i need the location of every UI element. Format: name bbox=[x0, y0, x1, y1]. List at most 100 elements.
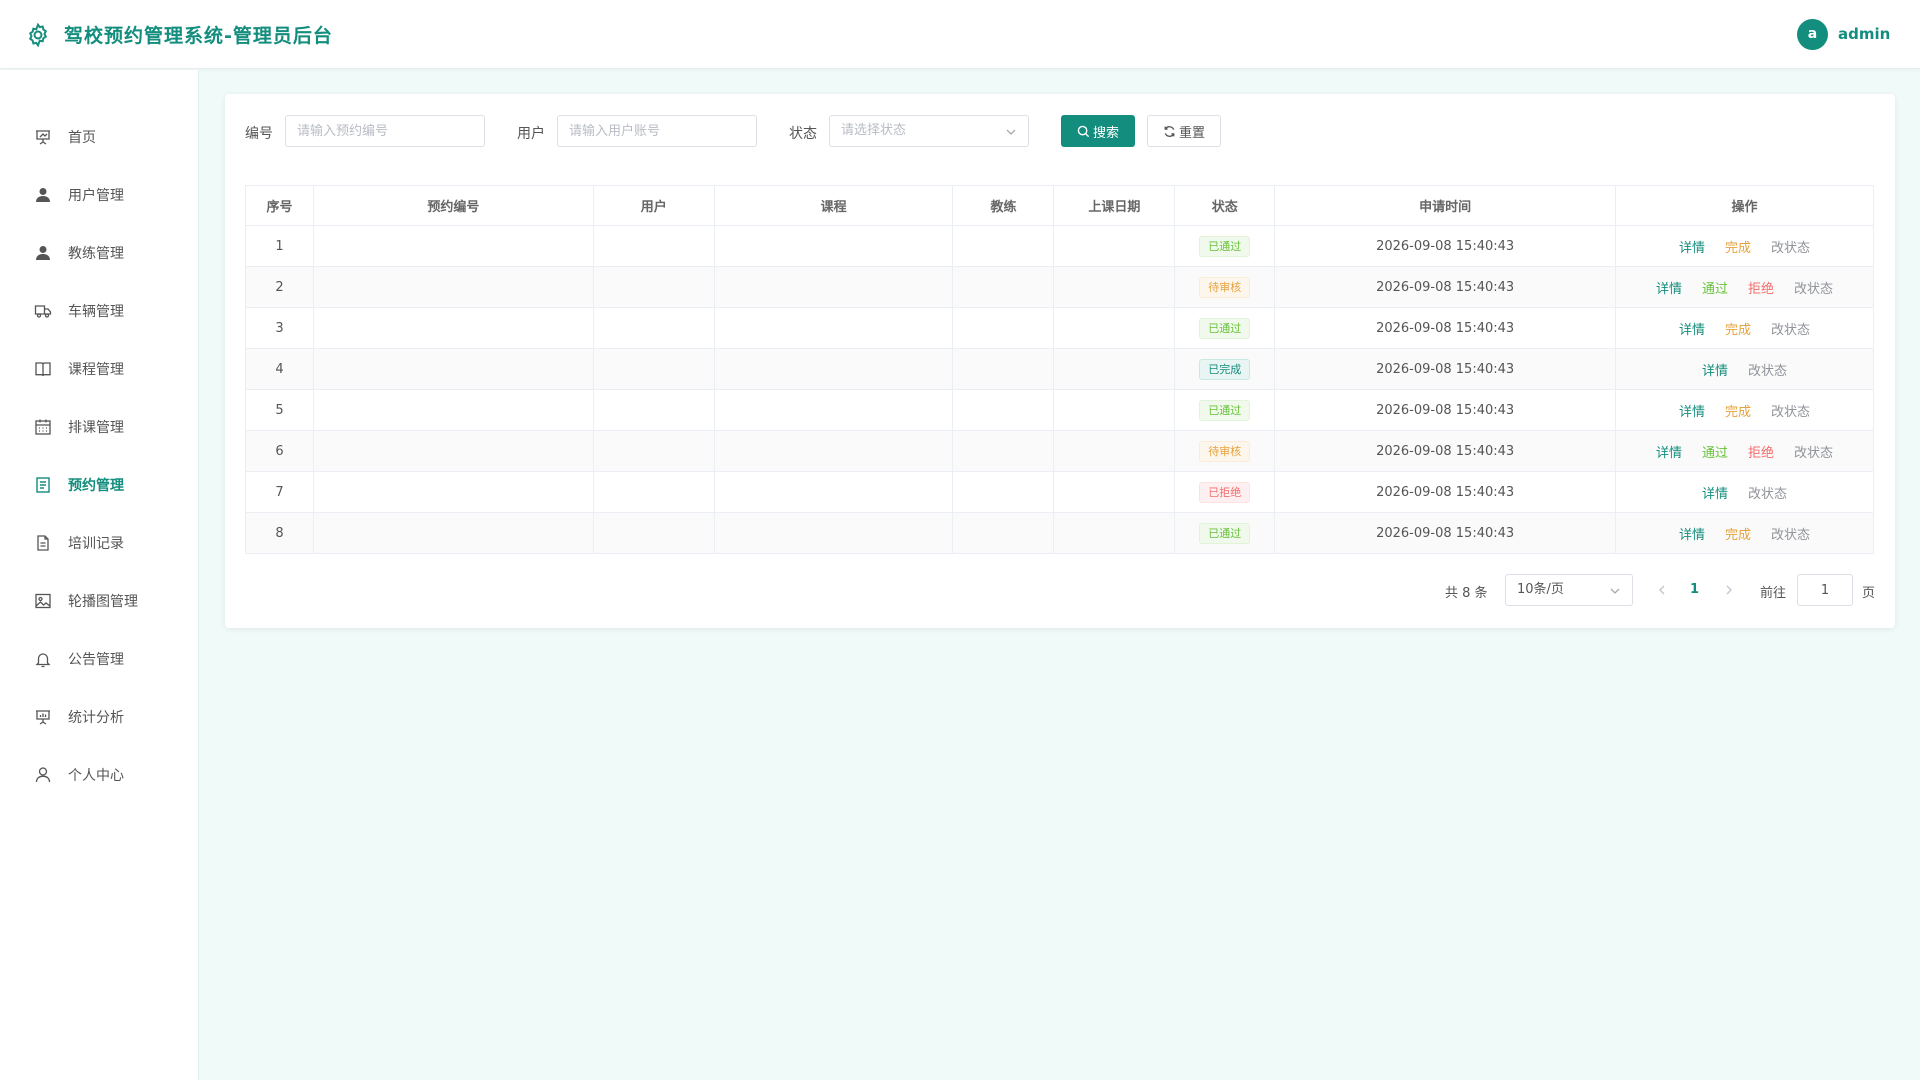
search-button[interactable]: 搜索 bbox=[1061, 115, 1135, 147]
cell-index: 6 bbox=[245, 430, 314, 472]
current-page[interactable]: 1 bbox=[1690, 582, 1699, 597]
bell-icon bbox=[35, 653, 51, 668]
username[interactable]: admin bbox=[1838, 25, 1890, 43]
page-size-select[interactable]: 10条/页 bbox=[1505, 574, 1633, 606]
change-status-link[interactable]: 改状态 bbox=[1771, 237, 1810, 256]
page-jump-input[interactable] bbox=[1797, 574, 1853, 606]
detail-link[interactable]: 详情 bbox=[1679, 401, 1705, 420]
cell-time: 2026-09-08 15:40:43 bbox=[1274, 307, 1617, 349]
avatar[interactable]: a bbox=[1797, 19, 1828, 50]
user-icon bbox=[36, 246, 50, 260]
reject-link[interactable]: 拒绝 bbox=[1748, 442, 1774, 461]
cell-index: 3 bbox=[245, 307, 314, 349]
bookings-table: 序号 预约编号 用户 课程 教练 上课日期 状态 申请时间 操作 1 已通过 202… bbox=[245, 185, 1874, 554]
column-header[interactable]: 状态 bbox=[1174, 185, 1276, 226]
change-status-link[interactable]: 改状态 bbox=[1748, 483, 1787, 502]
bookings-card: 编号 用户 状态 请选择状态 搜索 重置 序号 预约编号 用户 课程 教练 上课… bbox=[225, 94, 1895, 628]
change-status-link[interactable]: 改状态 bbox=[1794, 442, 1833, 461]
sidebar-item-schedule[interactable]: 排课管理 bbox=[0, 406, 199, 446]
cell-course bbox=[713, 348, 954, 390]
change-status-link[interactable]: 改状态 bbox=[1771, 524, 1810, 543]
status-label: 状态 bbox=[789, 126, 817, 142]
table-row[interactable]: 7 已拒绝 2026-09-08 15:40:43 详情 改状态 bbox=[245, 471, 1874, 513]
detail-link[interactable]: 详情 bbox=[1679, 319, 1705, 338]
cell-course bbox=[713, 307, 954, 349]
table-row[interactable]: 8 已通过 2026-09-08 15:40:43 详情 完成 改状态 bbox=[245, 512, 1874, 554]
sidebar-item-label: 课程管理 bbox=[68, 362, 124, 378]
status-badge: 已拒绝 bbox=[1199, 481, 1251, 503]
cell-status: 已拒绝 bbox=[1174, 471, 1276, 513]
cell-index: 2 bbox=[245, 266, 314, 308]
approve-link[interactable]: 通过 bbox=[1702, 442, 1728, 461]
table-row[interactable]: 3 已通过 2026-09-08 15:40:43 详情 完成 改状态 bbox=[245, 307, 1874, 349]
cell-code bbox=[312, 512, 594, 554]
sidebar-item-courses[interactable]: 课程管理 bbox=[0, 348, 199, 388]
detail-link[interactable]: 详情 bbox=[1679, 524, 1705, 543]
table-body: 1 已通过 2026-09-08 15:40:43 详情 完成 改状态 2 待审核 2026-0… bbox=[245, 225, 1874, 554]
sidebar-item-profile[interactable]: 个人中心 bbox=[0, 754, 199, 794]
sidebar-item-statistics[interactable]: 统计分析 bbox=[0, 696, 199, 736]
cell-coach bbox=[952, 430, 1055, 472]
cell-coach bbox=[952, 512, 1055, 554]
reset-button[interactable]: 重置 bbox=[1147, 115, 1221, 147]
table-row[interactable]: 6 待审核 2026-09-08 15:40:43 详情 通过 拒绝 改状态 bbox=[245, 430, 1874, 472]
complete-link[interactable]: 完成 bbox=[1725, 319, 1751, 338]
sidebar-item-training[interactable]: 培训记录 bbox=[0, 522, 199, 562]
cell-course bbox=[713, 225, 954, 267]
change-status-link[interactable]: 改状态 bbox=[1748, 360, 1787, 379]
change-status-link[interactable]: 改状态 bbox=[1771, 319, 1810, 338]
column-header[interactable]: 上课日期 bbox=[1053, 185, 1176, 226]
change-status-link[interactable]: 改状态 bbox=[1771, 401, 1810, 420]
user-icon bbox=[36, 188, 50, 202]
next-page-icon[interactable] bbox=[1723, 584, 1735, 596]
table-row[interactable]: 4 已完成 2026-09-08 15:40:43 详情 改状态 bbox=[245, 348, 1874, 390]
detail-link[interactable]: 详情 bbox=[1656, 442, 1682, 461]
cell-user bbox=[592, 307, 715, 349]
detail-link[interactable]: 详情 bbox=[1679, 237, 1705, 256]
detail-link[interactable]: 详情 bbox=[1656, 278, 1682, 297]
complete-link[interactable]: 完成 bbox=[1725, 524, 1751, 543]
cell-actions: 详情 改状态 bbox=[1615, 348, 1874, 390]
cell-index: 4 bbox=[245, 348, 314, 390]
complete-link[interactable]: 完成 bbox=[1725, 401, 1751, 420]
user-input[interactable] bbox=[557, 115, 757, 147]
table-row[interactable]: 2 待审核 2026-09-08 15:40:43 详情 通过 拒绝 改状态 bbox=[245, 266, 1874, 308]
complete-link[interactable]: 完成 bbox=[1725, 237, 1751, 256]
prev-page-icon[interactable] bbox=[1656, 584, 1668, 596]
column-header[interactable]: 操作 bbox=[1615, 185, 1874, 226]
code-input[interactable] bbox=[285, 115, 485, 147]
cell-index: 5 bbox=[245, 389, 314, 431]
cell-course bbox=[713, 471, 954, 513]
column-header[interactable]: 课程 bbox=[713, 185, 954, 226]
table-row[interactable]: 5 已通过 2026-09-08 15:40:43 详情 完成 改状态 bbox=[245, 389, 1874, 431]
reject-link[interactable]: 拒绝 bbox=[1748, 278, 1774, 297]
chevron-down-icon bbox=[1610, 588, 1620, 594]
detail-link[interactable]: 详情 bbox=[1702, 360, 1728, 379]
cell-index: 1 bbox=[245, 225, 314, 267]
status-select[interactable]: 请选择状态 bbox=[829, 115, 1029, 147]
sidebar-item-users[interactable]: 用户管理 bbox=[0, 174, 199, 214]
gear-icon bbox=[28, 22, 48, 48]
sidebar-item-notices[interactable]: 公告管理 bbox=[0, 638, 199, 678]
cell-status: 待审核 bbox=[1174, 266, 1276, 308]
column-header[interactable]: 教练 bbox=[952, 185, 1055, 226]
sidebar-item-home[interactable]: 首页 bbox=[0, 116, 199, 156]
row-actions: 详情 改状态 bbox=[1616, 360, 1873, 379]
detail-link[interactable]: 详情 bbox=[1702, 483, 1728, 502]
column-header[interactable]: 用户 bbox=[592, 185, 715, 226]
chevron-down-icon bbox=[1006, 129, 1016, 135]
sidebar-item-coaches[interactable]: 教练管理 bbox=[0, 232, 199, 272]
table-row[interactable]: 1 已通过 2026-09-08 15:40:43 详情 完成 改状态 bbox=[245, 225, 1874, 267]
cell-actions: 详情 通过 拒绝 改状态 bbox=[1615, 266, 1874, 308]
row-actions: 详情 通过 拒绝 改状态 bbox=[1616, 442, 1873, 461]
sidebar-item-vehicles[interactable]: 车辆管理 bbox=[0, 290, 199, 330]
status-select-placeholder: 请选择状态 bbox=[841, 123, 907, 138]
sidebar-item-bookings[interactable]: 预约管理 bbox=[0, 464, 199, 504]
column-header[interactable]: 申请时间 bbox=[1274, 185, 1617, 226]
sidebar-item-banners[interactable]: 轮播图管理 bbox=[0, 580, 199, 620]
change-status-link[interactable]: 改状态 bbox=[1794, 278, 1833, 297]
row-actions: 详情 改状态 bbox=[1616, 483, 1873, 502]
column-header[interactable]: 序号 bbox=[245, 185, 314, 226]
approve-link[interactable]: 通过 bbox=[1702, 278, 1728, 297]
column-header[interactable]: 预约编号 bbox=[312, 185, 594, 226]
